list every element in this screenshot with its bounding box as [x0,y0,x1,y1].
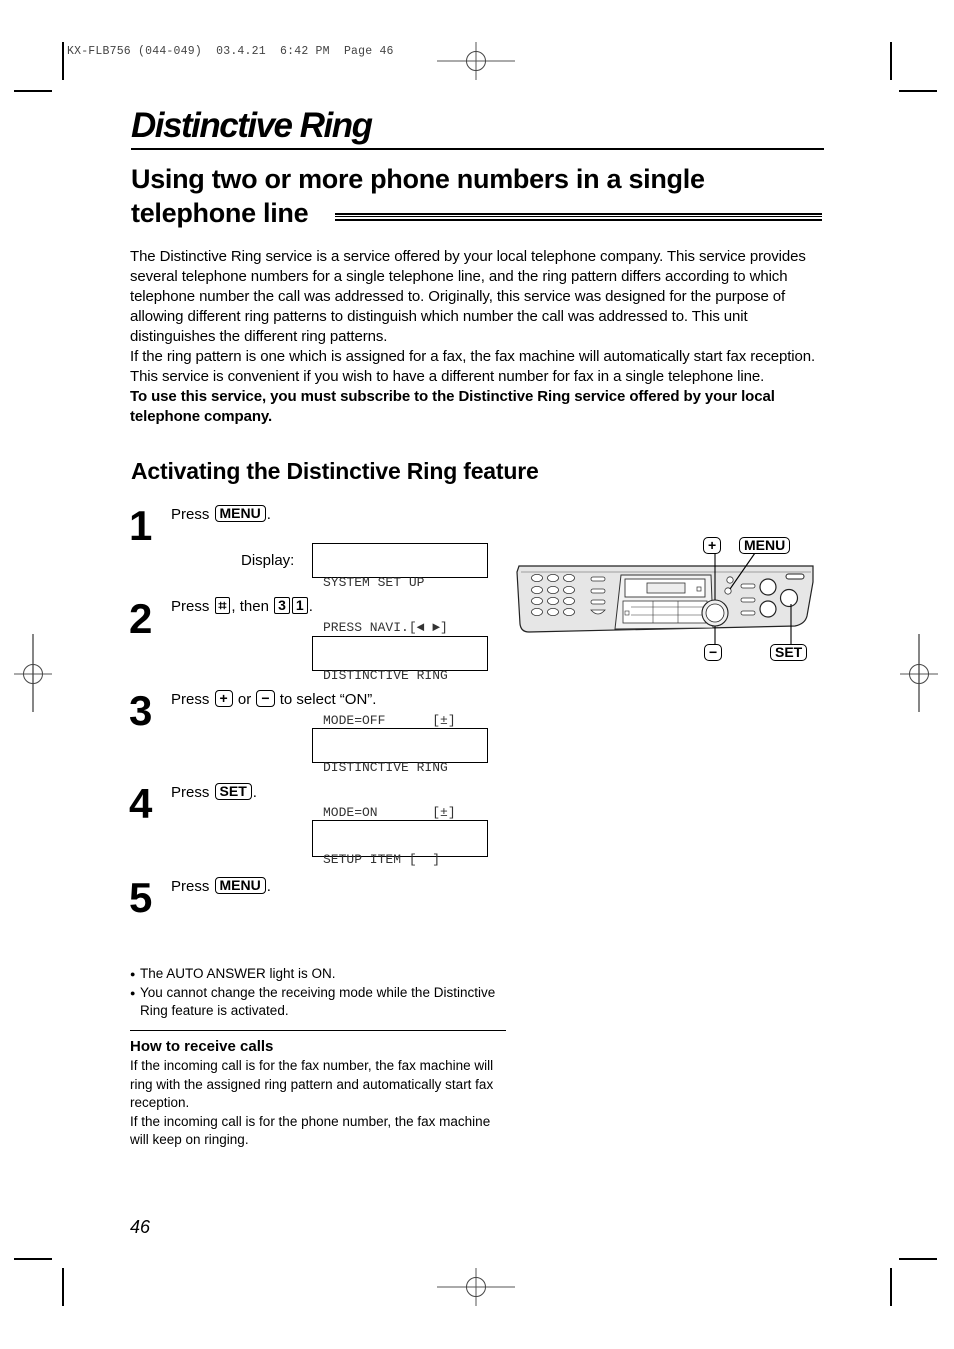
note-item: ● The AUTO ANSWER light is ON. [130,965,510,984]
menu-button-callout: MENU [739,537,791,554]
step-text: . [266,506,271,523]
page-title: Distinctive Ring [131,106,373,145]
crop-mark [62,42,64,80]
note-text: The AUTO ANSWER light is ON. [140,966,336,981]
step-text: Press [171,691,214,708]
step-text: . [252,784,257,801]
subtitle-double-rule [335,213,822,221]
step-text: Press [171,598,214,615]
lcd-display: DISTINCTIVE RING MODE=ON [±] [312,728,488,820]
subtitle-line-1: Using two or more phone numbers in a sin… [131,164,705,194]
step-text: Press [171,506,214,523]
intro-paragraph: The Distinctive Ring service is a servic… [130,248,806,345]
digit-key: 1 [291,597,308,614]
step-text: . [266,878,271,895]
notes-list: ● The AUTO ANSWER light is ON. ● You canno… [130,965,510,1021]
registration-mark-left [14,634,52,712]
lcd-line: PRESS NAVI.[◄ ►] [323,620,448,635]
crop-mark [14,1258,52,1260]
step-text: Press [171,878,214,895]
step-number: 5 [129,874,152,921]
lcd-line: DISTINCTIVE RING [323,668,448,683]
step-instruction: Press MENU. [171,505,271,524]
digit-key: 3 [274,597,290,614]
how-to-text: If the incoming call is for the fax numb… [130,1057,510,1150]
minus-button-callout: − [704,644,723,661]
step-number: 1 [129,502,152,549]
lcd-line: DISTINCTIVE RING [323,760,448,775]
crop-mark [14,90,52,92]
intro-paragraph: If the ring pattern is one which is assi… [130,348,816,385]
subscription-notice: To use this service, you must subscribe … [130,388,775,425]
how-to-heading: How to receive calls [130,1038,274,1055]
fax-control-panel-illustration: + MENU − SET [515,532,820,667]
plus-key: + [214,690,233,707]
page-number: 46 [130,1217,151,1237]
hash-key: ⌗ [214,597,231,614]
set-button-callout: SET [770,644,808,661]
menu-key: MENU [214,877,266,894]
crop-mark [62,1268,64,1306]
menu-key: MENU [214,505,266,522]
step-instruction: Press MENU. [171,877,271,896]
print-slug: KX-FLB756 (044-049) 03.4.21 6:42 PM Page… [67,45,394,58]
step-number: 2 [129,595,152,642]
step-text: Press [171,784,214,801]
how-to-paragraph: If the incoming call is for the phone nu… [130,1113,491,1148]
crop-mark [890,1268,892,1306]
step-text: . [308,598,313,615]
bullet-icon: ● [130,969,136,979]
step-text: , then [231,598,274,615]
minus-key: − [256,690,275,707]
step-text: or [233,691,256,708]
lcd-display: SETUP ITEM [ ] [312,820,488,867]
registration-mark-bottom [437,1268,515,1306]
section-heading: Activating the Distinctive Ring feature [131,458,539,484]
step-number: 3 [129,687,152,734]
crop-mark [899,1258,937,1260]
crop-mark [890,42,892,80]
how-to-paragraph: If the incoming call is for the fax numb… [130,1058,494,1110]
step-instruction: Press ⌗, then 31. [171,597,313,616]
step-text: to select “ON”. [275,691,377,708]
lcd-display: SYSTEM SET UP PRESS NAVI.[◄ ►] [312,543,488,635]
plus-button-callout: + [703,537,722,554]
step-instruction: Press + or − to select “ON”. [171,690,376,709]
step-instruction: Press SET. [171,783,257,802]
lcd-line: MODE=OFF [±] [323,713,456,728]
lcd-line: SYSTEM SET UP [323,575,425,590]
set-key: SET [214,783,252,800]
registration-mark-right [900,634,938,712]
display-label: Display: [241,552,295,569]
bullet-icon: ● [130,987,136,998]
intro-text: The Distinctive Ring service is a servic… [130,247,820,427]
title-divider [131,148,824,150]
note-item: ● You cannot change the receiving mode wh… [130,984,510,1021]
crop-mark [899,90,937,92]
section-divider [130,1030,506,1031]
step-number: 4 [129,780,152,827]
note-text: You cannot change the receiving mode whi… [140,984,496,1019]
registration-mark-top [437,42,515,80]
lcd-line: MODE=ON [±] [323,805,456,820]
lcd-display: DISTINCTIVE RING MODE=OFF [±] [312,636,488,728]
lcd-line: SETUP ITEM [ ] [323,852,441,867]
